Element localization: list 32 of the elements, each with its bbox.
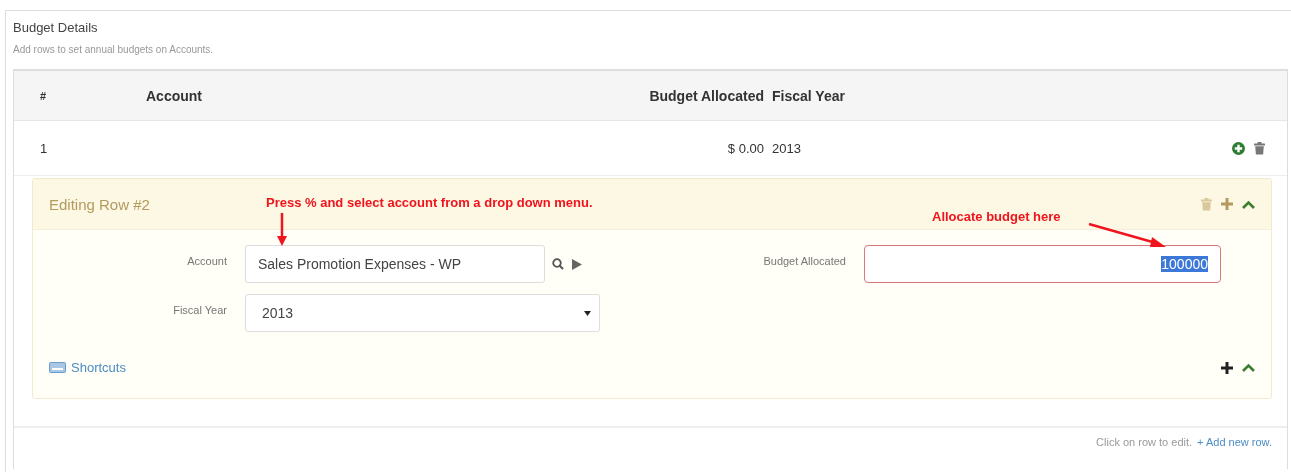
annotation-text: Allocate budget here — [932, 209, 1061, 224]
add-row-link[interactable]: + Add new row. — [1197, 436, 1272, 448]
add-circle-icon[interactable] — [1232, 141, 1245, 155]
footer-hint: Click on row to edit. — [1096, 436, 1193, 448]
budget-input[interactable]: 100000 — [864, 245, 1221, 283]
panel-title: Budget Details — [13, 20, 99, 35]
collapse-icon[interactable] — [1242, 199, 1255, 209]
panel-subtitle: Add rows to set annual budgets on Accounts. — [13, 44, 215, 55]
search-icon[interactable] — [552, 258, 564, 270]
column-header: Budget Allocated — [648, 87, 764, 104]
collapse-icon[interactable] — [1242, 363, 1255, 372]
account-input[interactable]: Sales Promotion Expenses - WP — [245, 245, 545, 283]
plus-icon[interactable] — [1221, 361, 1233, 374]
column-header: Account — [145, 87, 203, 104]
field-label: Budget Allocated — [762, 254, 847, 267]
column-header: # — [39, 89, 48, 102]
play-icon[interactable] — [572, 258, 582, 270]
annotation-arrow — [277, 213, 287, 246]
trash-icon[interactable] — [1254, 141, 1265, 155]
field-label: Fiscal Year — [172, 303, 228, 316]
table-cell-text: $ 0.00 — [726, 140, 764, 156]
fiscal-year-select[interactable]: 2013 — [245, 294, 600, 332]
table-cell: 2013 — [772, 140, 801, 156]
caret-icon — [584, 310, 591, 316]
editing-title: Editing Row #2 — [49, 195, 150, 213]
keyboard-icon — [49, 362, 66, 373]
column-header: Fiscal Year — [771, 87, 846, 104]
shortcuts-link[interactable]: Shortcuts — [49, 360, 126, 375]
table-cell-text: 1 — [39, 140, 49, 156]
field-label: Account — [186, 254, 228, 267]
table-row[interactable]: 1 $ 0.00 2013 — [14, 121, 1287, 176]
annotation-text: Press % and select account from a drop down menu. — [266, 195, 593, 210]
